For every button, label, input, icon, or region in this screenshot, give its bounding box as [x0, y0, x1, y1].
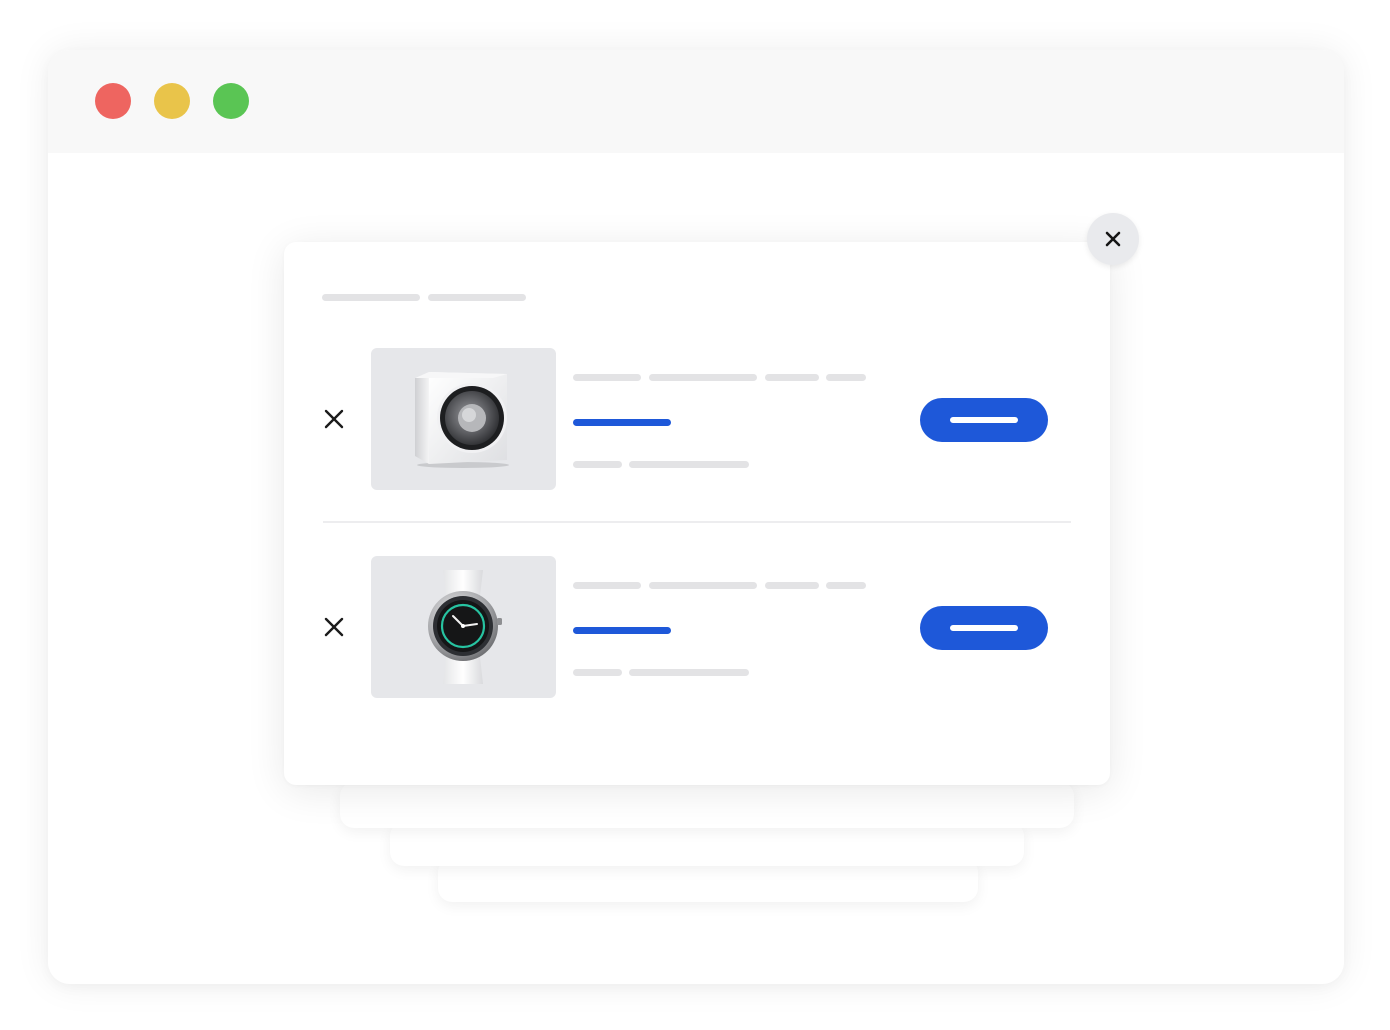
window-titlebar — [48, 50, 1344, 153]
item-divider — [323, 521, 1071, 523]
stacked-card-1 — [340, 782, 1074, 828]
product-price-placeholder — [573, 419, 671, 426]
add-to-cart-button[interactable] — [920, 398, 1048, 442]
close-icon — [1105, 231, 1121, 247]
close-window-dot[interactable] — [95, 83, 131, 119]
product-name-placeholder — [649, 374, 757, 381]
product-name-placeholder — [649, 582, 757, 589]
cart-modal — [284, 242, 1110, 785]
product-meta-placeholder — [629, 669, 749, 676]
product-meta-placeholder — [573, 669, 622, 676]
cart-item — [284, 556, 1110, 716]
product-name-placeholder — [765, 582, 819, 589]
add-to-cart-button[interactable] — [920, 606, 1048, 650]
product-name-placeholder — [573, 582, 641, 589]
remove-x-icon[interactable] — [322, 407, 346, 431]
smartwatch-image — [371, 556, 556, 698]
minimize-window-dot[interactable] — [154, 83, 190, 119]
button-label-placeholder — [950, 417, 1018, 423]
product-name-placeholder — [573, 374, 641, 381]
maximize-window-dot[interactable] — [213, 83, 249, 119]
subwoofer-speaker-image — [371, 348, 556, 490]
product-name-placeholder — [826, 374, 866, 381]
modal-title-placeholder — [428, 294, 526, 301]
product-name-placeholder — [765, 374, 819, 381]
close-modal-button[interactable] — [1087, 213, 1139, 265]
button-label-placeholder — [950, 625, 1018, 631]
cart-item — [284, 348, 1110, 508]
modal-title-placeholder — [322, 294, 420, 301]
product-meta-placeholder — [573, 461, 622, 468]
remove-x-icon[interactable] — [322, 615, 346, 639]
stacked-card-2 — [390, 822, 1024, 866]
product-name-placeholder — [826, 582, 866, 589]
product-price-placeholder — [573, 627, 671, 634]
product-meta-placeholder — [629, 461, 749, 468]
